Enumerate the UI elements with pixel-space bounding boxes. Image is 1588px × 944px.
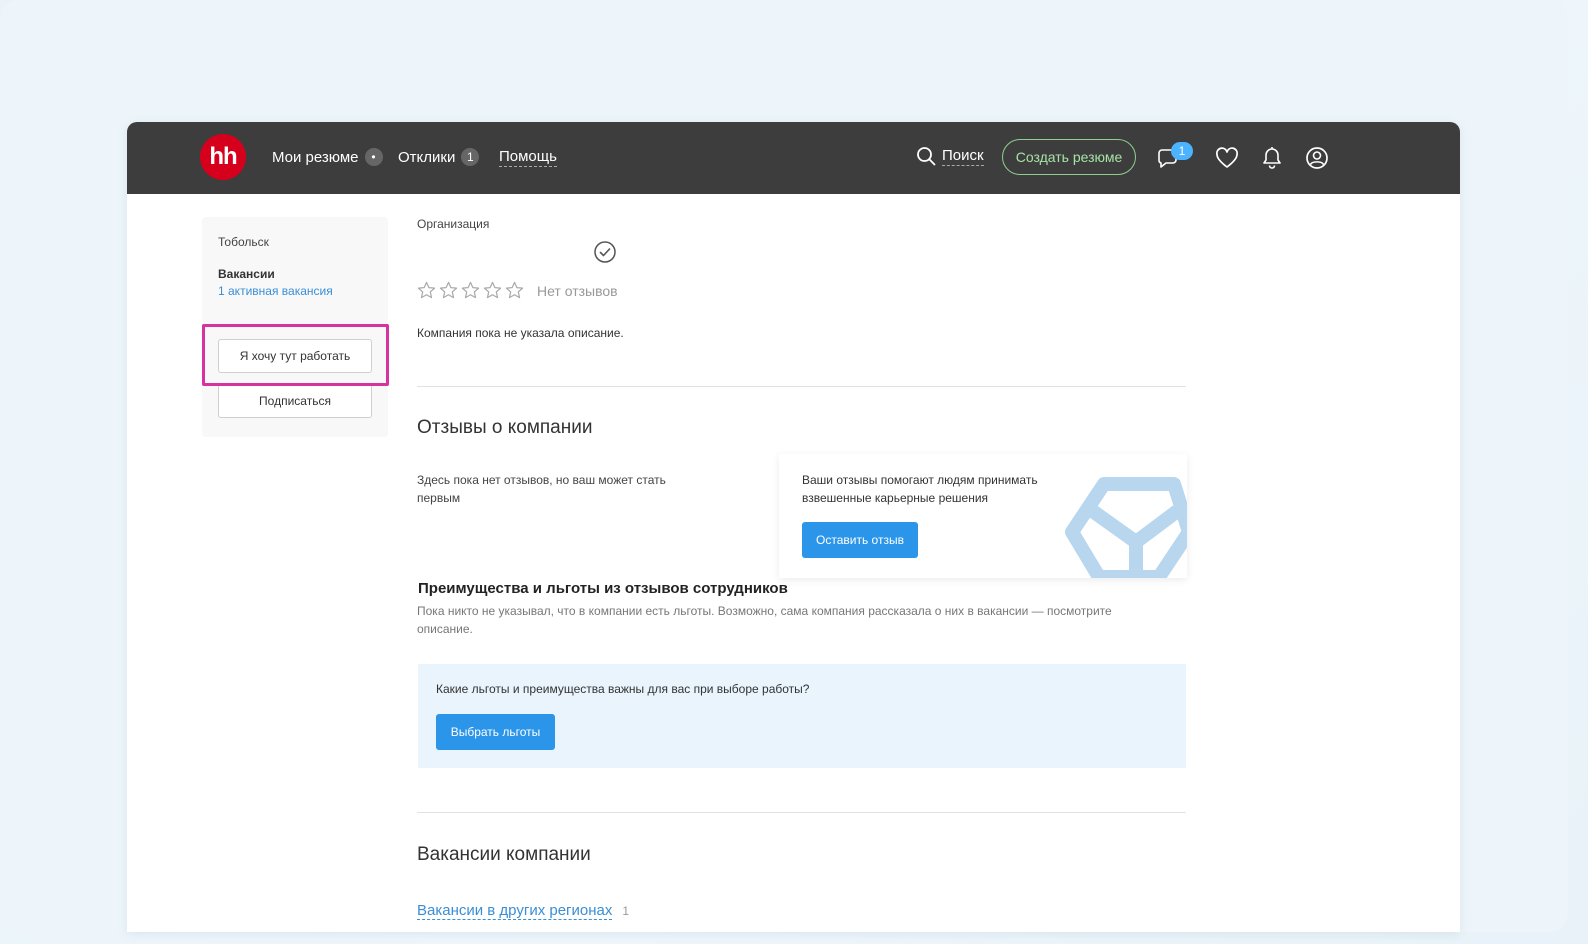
star-icon	[461, 281, 480, 299]
main-content: Организация Нет отзывов Компания пока не…	[417, 122, 1187, 932]
company-description: Компания пока не указала описание.	[417, 326, 624, 340]
company-sidebar: Тобольск Вакансии 1 активная вакансия Я …	[202, 217, 388, 437]
other-regions-count: 1	[622, 904, 630, 918]
benefits-text: Пока никто не указывал, что в компании е…	[417, 604, 1112, 636]
divider	[417, 812, 1186, 813]
reviews-empty-text: Здесь пока нет отзывов, но ваш может ста…	[417, 473, 666, 505]
heart-icon	[1216, 147, 1238, 168]
other-regions-link[interactable]: Вакансии в других регионах	[417, 902, 613, 920]
profile-button[interactable]	[1303, 144, 1331, 172]
vacancies-heading: Вакансии компании	[417, 844, 591, 865]
want-to-work-here-button[interactable]: Я хочу тут работать	[218, 339, 372, 373]
benefits-box: Какие льготы и преимущества важны для ва…	[418, 664, 1186, 768]
company-city: Тобольск	[218, 235, 269, 249]
browser-window: hh Мои резюме • Отклики 1 Помощь Поиск С…	[127, 122, 1460, 932]
choose-benefits-button[interactable]: Выбрать льготы	[436, 714, 555, 750]
star-icon	[483, 281, 502, 299]
other-regions-vacancies: Вакансии в других регионах 1	[417, 902, 629, 920]
vacancies-title: Вакансии	[218, 267, 275, 281]
leave-review-button[interactable]: Оставить отзыв	[802, 522, 918, 558]
active-vacancies-link[interactable]: 1 активная вакансия	[218, 284, 333, 298]
no-reviews-label: Нет отзывов	[537, 282, 618, 299]
divider	[417, 386, 1186, 387]
star-icon	[505, 281, 524, 299]
bell-icon	[1263, 147, 1281, 169]
benefits-question: Какие льготы и преимущества важны для ва…	[436, 682, 810, 696]
favorites-button[interactable]	[1213, 144, 1241, 172]
leave-review-card: Ваши отзывы помогают людям принимать взв…	[779, 454, 1187, 578]
star-icon	[417, 281, 436, 299]
hh-logo[interactable]: hh	[200, 134, 246, 180]
star-icon	[439, 281, 458, 299]
organization-label: Организация	[417, 217, 490, 231]
nav-my-resumes-label: Мои резюме	[272, 148, 359, 166]
verified-check-icon	[593, 240, 617, 269]
notifications-button[interactable]	[1258, 144, 1286, 172]
decorative-shape-icon	[1065, 477, 1187, 578]
nav-my-resumes[interactable]: Мои резюме •	[272, 148, 383, 166]
profile-icon	[1306, 147, 1328, 169]
nav-my-resumes-badge: •	[364, 148, 383, 166]
subscribe-button[interactable]: Подписаться	[218, 384, 372, 418]
reviews-heading: Отзывы о компании	[417, 417, 593, 438]
review-card-text: Ваши отзывы помогают людям принимать взв…	[802, 473, 1038, 505]
benefits-heading: Преимущества и льготы из отзывов сотрудн…	[418, 580, 788, 597]
rating-stars: Нет отзывов	[417, 281, 618, 300]
